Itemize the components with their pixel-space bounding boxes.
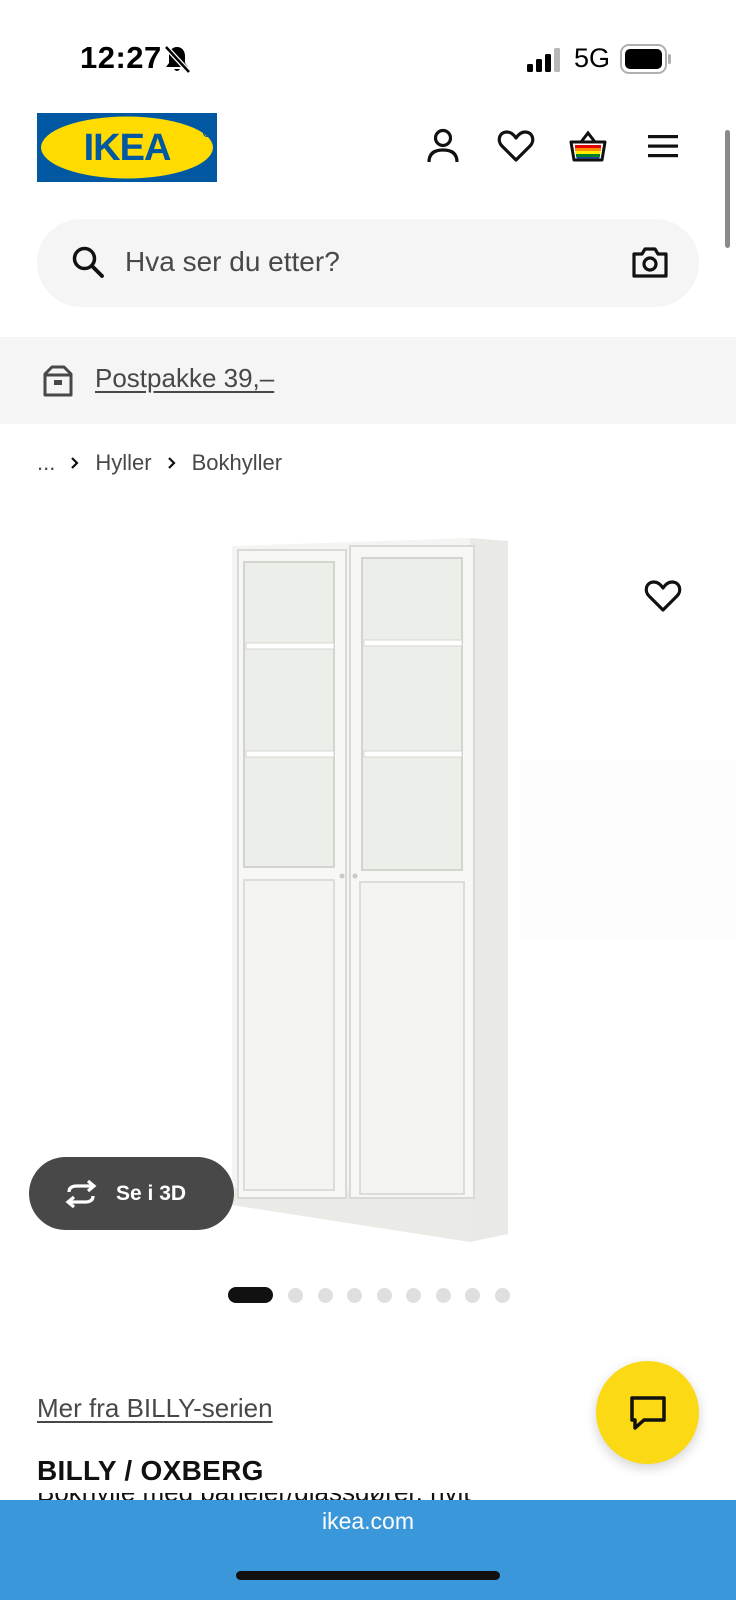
heart-icon[interactable]	[496, 126, 536, 166]
search-input[interactable]: Hva ser du etter?	[125, 246, 340, 278]
carousel-dot[interactable]	[494, 1287, 510, 1303]
search-bar[interactable]: Hva ser du etter?	[37, 219, 699, 307]
image-carousel-dots	[228, 1287, 524, 1303]
delivery-offer-link[interactable]: Postpakke 39,–	[95, 363, 274, 394]
breadcrumb: ... Hyller Bokhyller	[37, 448, 282, 478]
carousel-dot[interactable]	[288, 1287, 303, 1303]
chat-button[interactable]	[596, 1361, 699, 1464]
chevron-right-icon	[71, 457, 79, 469]
breadcrumb-item-shelves[interactable]: Hyller	[95, 450, 151, 476]
carousel-dot[interactable]	[435, 1287, 451, 1303]
status-time: 12:27	[80, 40, 162, 75]
browser-url-bar[interactable]: ikea.com	[0, 1500, 736, 1600]
carousel-dot[interactable]	[406, 1287, 421, 1303]
view-in-3d-button[interactable]: Se i 3D	[29, 1157, 234, 1230]
home-indicator[interactable]	[236, 1571, 500, 1580]
product-name: BILLY / OXBERG	[37, 1455, 264, 1486]
product-image[interactable]	[0, 500, 736, 1260]
menu-icon[interactable]	[643, 126, 683, 166]
breadcrumb-item-ellipsis[interactable]: ...	[37, 450, 55, 476]
box-icon	[43, 365, 73, 397]
ikea-logo[interactable]: IKEA	[37, 113, 217, 182]
carousel-dot[interactable]	[317, 1287, 333, 1303]
camera-icon[interactable]	[631, 244, 669, 280]
status-bar: 12:27 5G	[0, 0, 736, 100]
scrollbar-thumb[interactable]	[725, 130, 730, 248]
chat-icon	[629, 1395, 666, 1430]
account-icon[interactable]	[423, 126, 463, 166]
basket-icon[interactable]	[568, 126, 608, 166]
battery-icon	[620, 44, 671, 74]
bell-slash-icon	[164, 45, 191, 74]
carousel-dot[interactable]	[347, 1287, 362, 1303]
chevron-right-icon	[167, 457, 176, 469]
carousel-dot[interactable]	[376, 1287, 392, 1303]
site-header: IKEA	[0, 100, 736, 210]
series-link[interactable]: Mer fra BILLY-serien	[37, 1393, 273, 1424]
network-label: 5G	[574, 43, 611, 73]
view-in-3d-label: Se i 3D	[116, 1181, 187, 1205]
delivery-banner: Postpakke 39,–	[0, 337, 736, 424]
url-text[interactable]: ikea.com	[0, 1508, 736, 1535]
logo-text: IKEA	[84, 127, 171, 169]
breadcrumb-item-bookcases[interactable]: Bokhyller	[192, 450, 282, 476]
carousel-dot-active[interactable]	[228, 1287, 273, 1303]
add-to-favourites-heart-icon[interactable]	[643, 578, 683, 614]
signal-icon	[527, 48, 560, 72]
rotate-3d-icon	[65, 1179, 97, 1208]
carousel-dot[interactable]	[465, 1287, 480, 1303]
search-icon	[72, 246, 104, 278]
